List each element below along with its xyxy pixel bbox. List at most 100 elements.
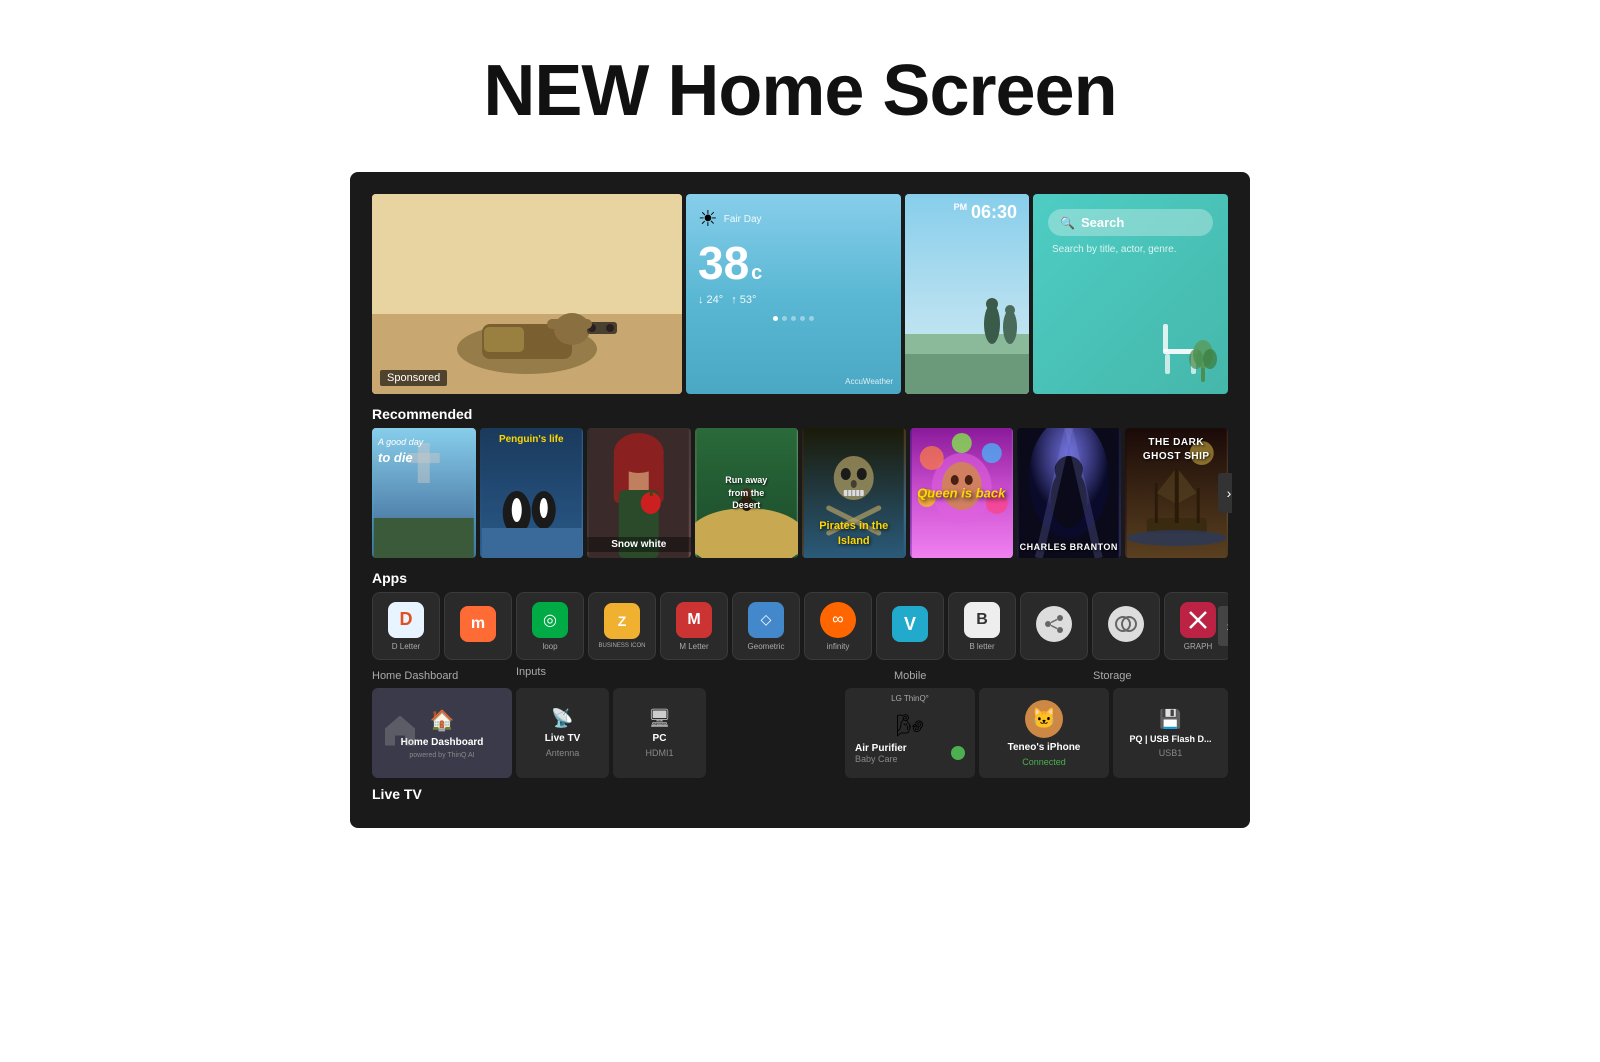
time-display: PM 06:30 — [954, 202, 1017, 223]
app-v[interactable]: V — [876, 592, 944, 660]
rec-item-charles[interactable]: CHARLES BRANTON — [1017, 428, 1121, 558]
live-tv-sublabel: Antenna — [546, 748, 580, 758]
mobile-group-title: Mobile — [894, 670, 926, 682]
pc-hdmi-icon: 🖥 — [648, 708, 671, 729]
rec-item-good-day[interactable]: A good dayto die — [372, 428, 476, 558]
app-share-icon — [1036, 606, 1072, 642]
weather-unit: c — [751, 262, 762, 285]
pc-sublabel: HDMI1 — [645, 748, 673, 758]
carousel-dot-4[interactable] — [800, 316, 805, 321]
air-purifier-label: Air Purifier — [855, 743, 907, 754]
app-business[interactable]: Z BUSINESS ICON — [588, 592, 656, 660]
hero-landscape-panel[interactable]: PM 06:30 — [905, 194, 1029, 394]
rec-title-snow-white: Snow white — [587, 537, 691, 552]
air-purifier-item[interactable]: LG ThinQ° 🌬 Air Purifier Baby Care — [845, 688, 975, 778]
app-d-letter-label: D Letter — [392, 642, 420, 651]
app-loop-icon: ◎ — [532, 602, 568, 638]
accuweather-logo: AccuWeather — [845, 377, 893, 386]
search-icon: 🔍 — [1060, 216, 1075, 230]
app-m-letter-icon: M — [676, 602, 712, 638]
hero-search-panel[interactable]: 🔍 Search Search by title, actor, genre. — [1033, 194, 1228, 394]
app-graph-icon — [1180, 602, 1216, 638]
sponsored-image-icon — [372, 194, 682, 394]
rec-item-dark-ghost[interactable]: THE DARKGHOST SHIP — [1125, 428, 1229, 558]
apps-row: D D Letter m ◎ loop — [372, 592, 1228, 660]
iphone-avatar: 🐱 — [1025, 700, 1063, 738]
hero-section: Sponsored ☀ Fair Day 38 c ↓ 24° ↑ 53° — [372, 194, 1228, 394]
app-circles[interactable] — [1092, 592, 1160, 660]
live-tv-antenna-icon: 📡 — [551, 708, 573, 729]
carousel-dot-5[interactable] — [809, 316, 814, 321]
rec-item-7-bg — [1017, 428, 1121, 558]
app-business-label: BUSINESS ICON — [598, 643, 645, 649]
rec-item-pirates[interactable]: Pirates in theIsland — [802, 428, 906, 558]
rec-title-charles: CHARLES BRANTON — [1017, 542, 1121, 552]
carousel-dot-3[interactable] — [791, 316, 796, 321]
rec-item-penguins[interactable]: Penguin's life — [480, 428, 584, 558]
usb-storage-item[interactable]: 💾 PQ | USB Flash D... USB1 — [1113, 688, 1228, 778]
iphone-item[interactable]: 🐱 Teneo's iPhone Connected — [979, 688, 1109, 778]
weather-sun-icon: ☀ — [698, 206, 718, 232]
pc-hdmi-item[interactable]: 🖥 PC HDMI1 — [613, 688, 706, 778]
search-label: Search — [1081, 215, 1124, 230]
live-tv-label: Live TV — [545, 733, 581, 744]
time-value: 06:30 — [971, 202, 1017, 222]
app-loop[interactable]: ◎ loop — [516, 592, 584, 660]
pc-label: PC — [653, 733, 667, 744]
app-share[interactable] — [1020, 592, 1088, 660]
app-graph-label: GRAPH — [1184, 642, 1212, 651]
usb-label: PQ | USB Flash D... — [1129, 734, 1211, 744]
weather-day-label: Fair Day — [724, 214, 762, 225]
home-dashboard-bg-icon — [380, 711, 420, 756]
weather-high: ↑ 53° — [731, 294, 756, 306]
rec-item-snow-white[interactable]: Snow white — [587, 428, 691, 558]
weather-low: ↓ 24° — [698, 294, 723, 306]
sponsored-badge: Sponsored — [380, 370, 447, 386]
app-infinity-icon: ∞ — [820, 602, 856, 638]
apps-scroll-arrow[interactable]: › — [1218, 606, 1228, 646]
search-bar[interactable]: 🔍 Search — [1048, 209, 1213, 236]
search-hint-text: Search by title, actor, genre. — [1048, 244, 1213, 255]
landscape-svg — [905, 194, 1029, 394]
search-decor-icon — [1143, 314, 1223, 389]
app-b-letter-icon: B — [964, 602, 1000, 638]
app-m-letter[interactable]: M M Letter — [660, 592, 728, 660]
usb-storage-icon: 💾 — [1159, 709, 1181, 730]
rec-title-pirates: Pirates in theIsland — [802, 519, 906, 548]
rec-title-good-day: A good dayto die — [378, 436, 423, 467]
app-m-orange-icon: m — [460, 606, 496, 642]
iphone-label: Teneo's iPhone — [1008, 742, 1081, 753]
weather-temp-value: 38 — [698, 240, 749, 286]
rec-item-queen[interactable]: Queen is back — [910, 428, 1014, 558]
home-dashboard-item[interactable]: 🏠 Home Dashboard powered by ThinQ AI — [372, 688, 512, 778]
live-tv-section-label: Live TV — [372, 778, 1228, 806]
app-v-icon: V — [892, 606, 928, 642]
app-m-letter-label: M Letter — [679, 642, 708, 651]
page-title: NEW Home Screen — [0, 0, 1600, 172]
inputs-group-title: Inputs — [516, 666, 546, 684]
home-dashboard-icon: 🏠 — [430, 708, 455, 733]
rec-item-desert[interactable]: Run awayfrom theDesert — [695, 428, 799, 558]
tv-frame: Sponsored ☀ Fair Day 38 c ↓ 24° ↑ 53° — [350, 172, 1250, 828]
hero-main-panel[interactable]: Sponsored — [372, 194, 682, 394]
app-infinity-label: infinity — [827, 642, 850, 651]
app-loop-label: loop — [542, 642, 557, 651]
weather-widget[interactable]: ☀ Fair Day 38 c ↓ 24° ↑ 53° — [686, 194, 901, 394]
app-d-letter[interactable]: D D Letter — [372, 592, 440, 660]
carousel-dot-2[interactable] — [782, 316, 787, 321]
app-d-letter-icon: D — [388, 602, 424, 638]
app-geometric[interactable]: ◇ Geometric — [732, 592, 800, 660]
home-dashboard-group-title: Home Dashboard — [372, 670, 458, 682]
app-b-letter[interactable]: B B letter — [948, 592, 1016, 660]
rec-title-penguins: Penguin's life — [480, 434, 584, 445]
app-m-orange[interactable]: m — [444, 592, 512, 660]
rec-title-desert: Run awayfrom theDesert — [725, 474, 767, 512]
storage-group-title: Storage — [1093, 670, 1132, 682]
scroll-right-arrow[interactable]: › — [1218, 473, 1232, 513]
app-circles-icon — [1108, 606, 1144, 642]
air-purifier-icon: 🌬 — [896, 713, 924, 739]
app-geometric-label: Geometric — [748, 642, 785, 651]
app-infinity[interactable]: ∞ infinity — [804, 592, 872, 660]
live-tv-antenna-item[interactable]: 📡 Live TV Antenna — [516, 688, 609, 778]
carousel-dot-1[interactable] — [773, 316, 778, 321]
